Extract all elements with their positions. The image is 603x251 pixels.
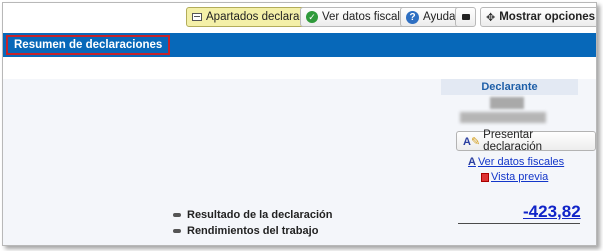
signature-icon-small: A bbox=[468, 156, 476, 168]
ver-datos-link-label: Ver datos fiscales bbox=[477, 156, 565, 168]
signature-icon: A✎ bbox=[463, 135, 481, 148]
resultado-value-link[interactable]: -423,82 bbox=[523, 202, 581, 222]
expand-bullet-icon bbox=[173, 229, 181, 233]
expand-bullet-icon bbox=[173, 213, 181, 217]
ayuda-button[interactable]: ? Ayuda bbox=[400, 7, 462, 27]
resultado-row[interactable]: Resultado de la declaración bbox=[173, 209, 333, 221]
summary-panel: Declarante A✎ Presentar declaración A Ve… bbox=[3, 79, 596, 245]
vista-previa-label: Vista previa bbox=[491, 171, 549, 183]
camera-button[interactable] bbox=[455, 7, 476, 27]
ayuda-label: Ayuda bbox=[423, 11, 456, 23]
app-window: Apartados declaración ✓ Ver datos fiscal… bbox=[2, 2, 597, 246]
camera-icon bbox=[461, 14, 470, 20]
mostrar-label: Mostrar opciones bbox=[499, 11, 596, 23]
mostrar-opciones-button[interactable]: ✥ Mostrar opciones bbox=[480, 7, 596, 27]
spacer-band bbox=[3, 57, 596, 79]
declarante-heading: Declarante bbox=[441, 79, 578, 95]
resultado-label: Resultado de la declaración bbox=[187, 209, 333, 221]
toolbar: Apartados declaración ✓ Ver datos fiscal… bbox=[3, 3, 596, 33]
pdf-icon bbox=[481, 172, 489, 182]
vista-previa-link[interactable]: Vista previa bbox=[481, 171, 548, 183]
redacted-nif bbox=[460, 112, 546, 123]
rendimientos-row[interactable]: Rendimientos del trabajo bbox=[173, 225, 318, 237]
apartados-icon bbox=[192, 13, 202, 21]
check-icon: ✓ bbox=[306, 11, 318, 23]
ver-datos-fiscales-link[interactable]: A Ver datos fiscales bbox=[468, 156, 564, 168]
section-header-bar: Resumen de declaraciones bbox=[3, 33, 596, 57]
rendimientos-label: Rendimientos del trabajo bbox=[187, 225, 319, 237]
result-underline-divider bbox=[458, 223, 580, 224]
help-icon: ? bbox=[406, 10, 419, 24]
page-title: Resumen de declaraciones bbox=[6, 35, 171, 55]
presentar-label: Presentar declaración bbox=[483, 129, 542, 153]
presentar-declaracion-button[interactable]: A✎ Presentar declaración bbox=[456, 129, 596, 153]
redacted-name bbox=[490, 97, 524, 109]
ver-datos-label: Ver datos fiscales bbox=[322, 11, 413, 23]
page-title-text: Resumen de declaraciones bbox=[14, 39, 163, 51]
gear-icon: ✥ bbox=[486, 11, 496, 24]
